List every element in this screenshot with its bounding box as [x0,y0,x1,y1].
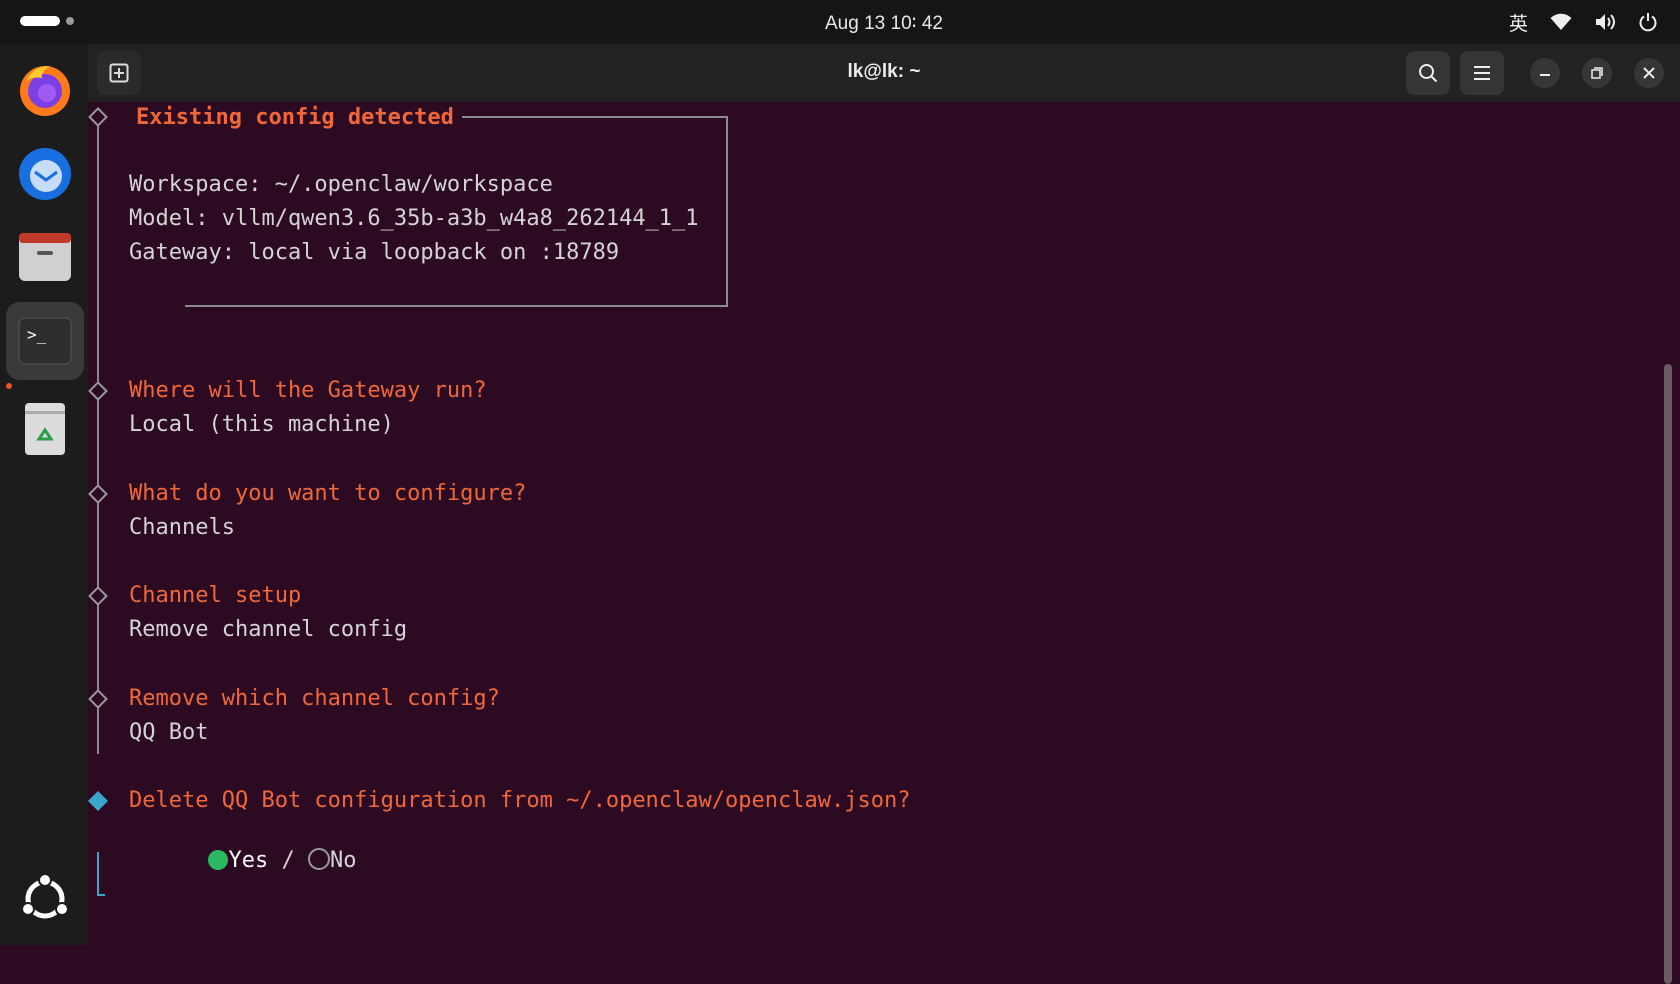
trash-icon[interactable] [12,396,78,462]
radio-unselected-icon [307,848,330,870]
window-headerbar: lk@lk: ~ [88,44,1680,102]
terminal-window: lk@lk: ~ Existing config detected Worksp… [88,44,1680,984]
config-box-title: Existing config detected [128,105,462,131]
terminal-content[interactable]: Existing config detected Workspace: ~/.o… [88,102,1680,945]
running-indicator [6,383,12,389]
active-step-marker [88,791,108,811]
svg-text:>_: >_ [27,325,47,344]
step-answer: Remove channel config [129,617,408,642]
config-model: Model: vllm/qwen3.6_35b-a3b_w4a8_262144_… [129,206,699,231]
step-marker [88,586,108,606]
dock: >_ [0,44,88,945]
restore-icon [1591,67,1603,79]
step-question: Channel setup [129,583,302,608]
radio-selected-icon [208,850,229,870]
thunderbird-icon[interactable] [12,140,78,206]
menu-button[interactable] [1460,51,1504,95]
step-marker [88,107,108,127]
step-answer: Channels [129,515,235,540]
close-icon [1643,67,1655,79]
system-tray[interactable]: 英 [1509,8,1658,36]
terminal-icon[interactable]: >_ [6,302,84,380]
volume-icon[interactable] [1594,12,1616,32]
search-icon [1419,64,1438,83]
step-marker [88,484,108,504]
confirm-options: Yes / No [129,822,356,900]
active-connector-end [97,894,105,896]
yes-option[interactable]: Yes [208,848,268,873]
step-question: Remove which channel config? [129,686,500,711]
confirm-question: Delete QQ Bot configuration from ~/.open… [129,788,911,813]
minimize-icon [1540,74,1550,76]
tree-connector [97,124,99,754]
config-gateway: Gateway: local via loopback on :18789 [129,240,620,265]
scrollbar[interactable] [1664,364,1672,984]
active-connector [97,852,99,896]
wifi-icon[interactable] [1550,13,1572,31]
input-method-indicator[interactable]: 英 [1509,9,1528,36]
search-button[interactable] [1406,51,1450,95]
minimize-button[interactable] [1530,58,1560,88]
firefox-icon[interactable] [12,56,78,122]
step-answer: Local (this machine) [129,412,394,437]
top-bar: Aug 13 10∶ 42 英 [0,0,1680,44]
hamburger-icon [1474,66,1490,80]
step-marker [88,381,108,401]
clock[interactable]: Aug 13 10∶ 42 [0,12,1680,35]
config-workspace: Workspace: ~/.openclaw/workspace [129,172,553,197]
close-button[interactable] [1634,58,1664,88]
ubuntu-show-apps-icon[interactable] [12,866,78,932]
step-question: Where will the Gateway run? [129,378,487,403]
step-answer: QQ Bot [129,720,209,745]
step-marker [88,689,108,709]
no-option[interactable]: No [307,848,356,873]
power-icon[interactable] [1638,12,1658,32]
files-icon[interactable] [12,224,78,290]
step-question: What do you want to configure? [129,481,527,506]
restore-button[interactable] [1582,58,1612,88]
